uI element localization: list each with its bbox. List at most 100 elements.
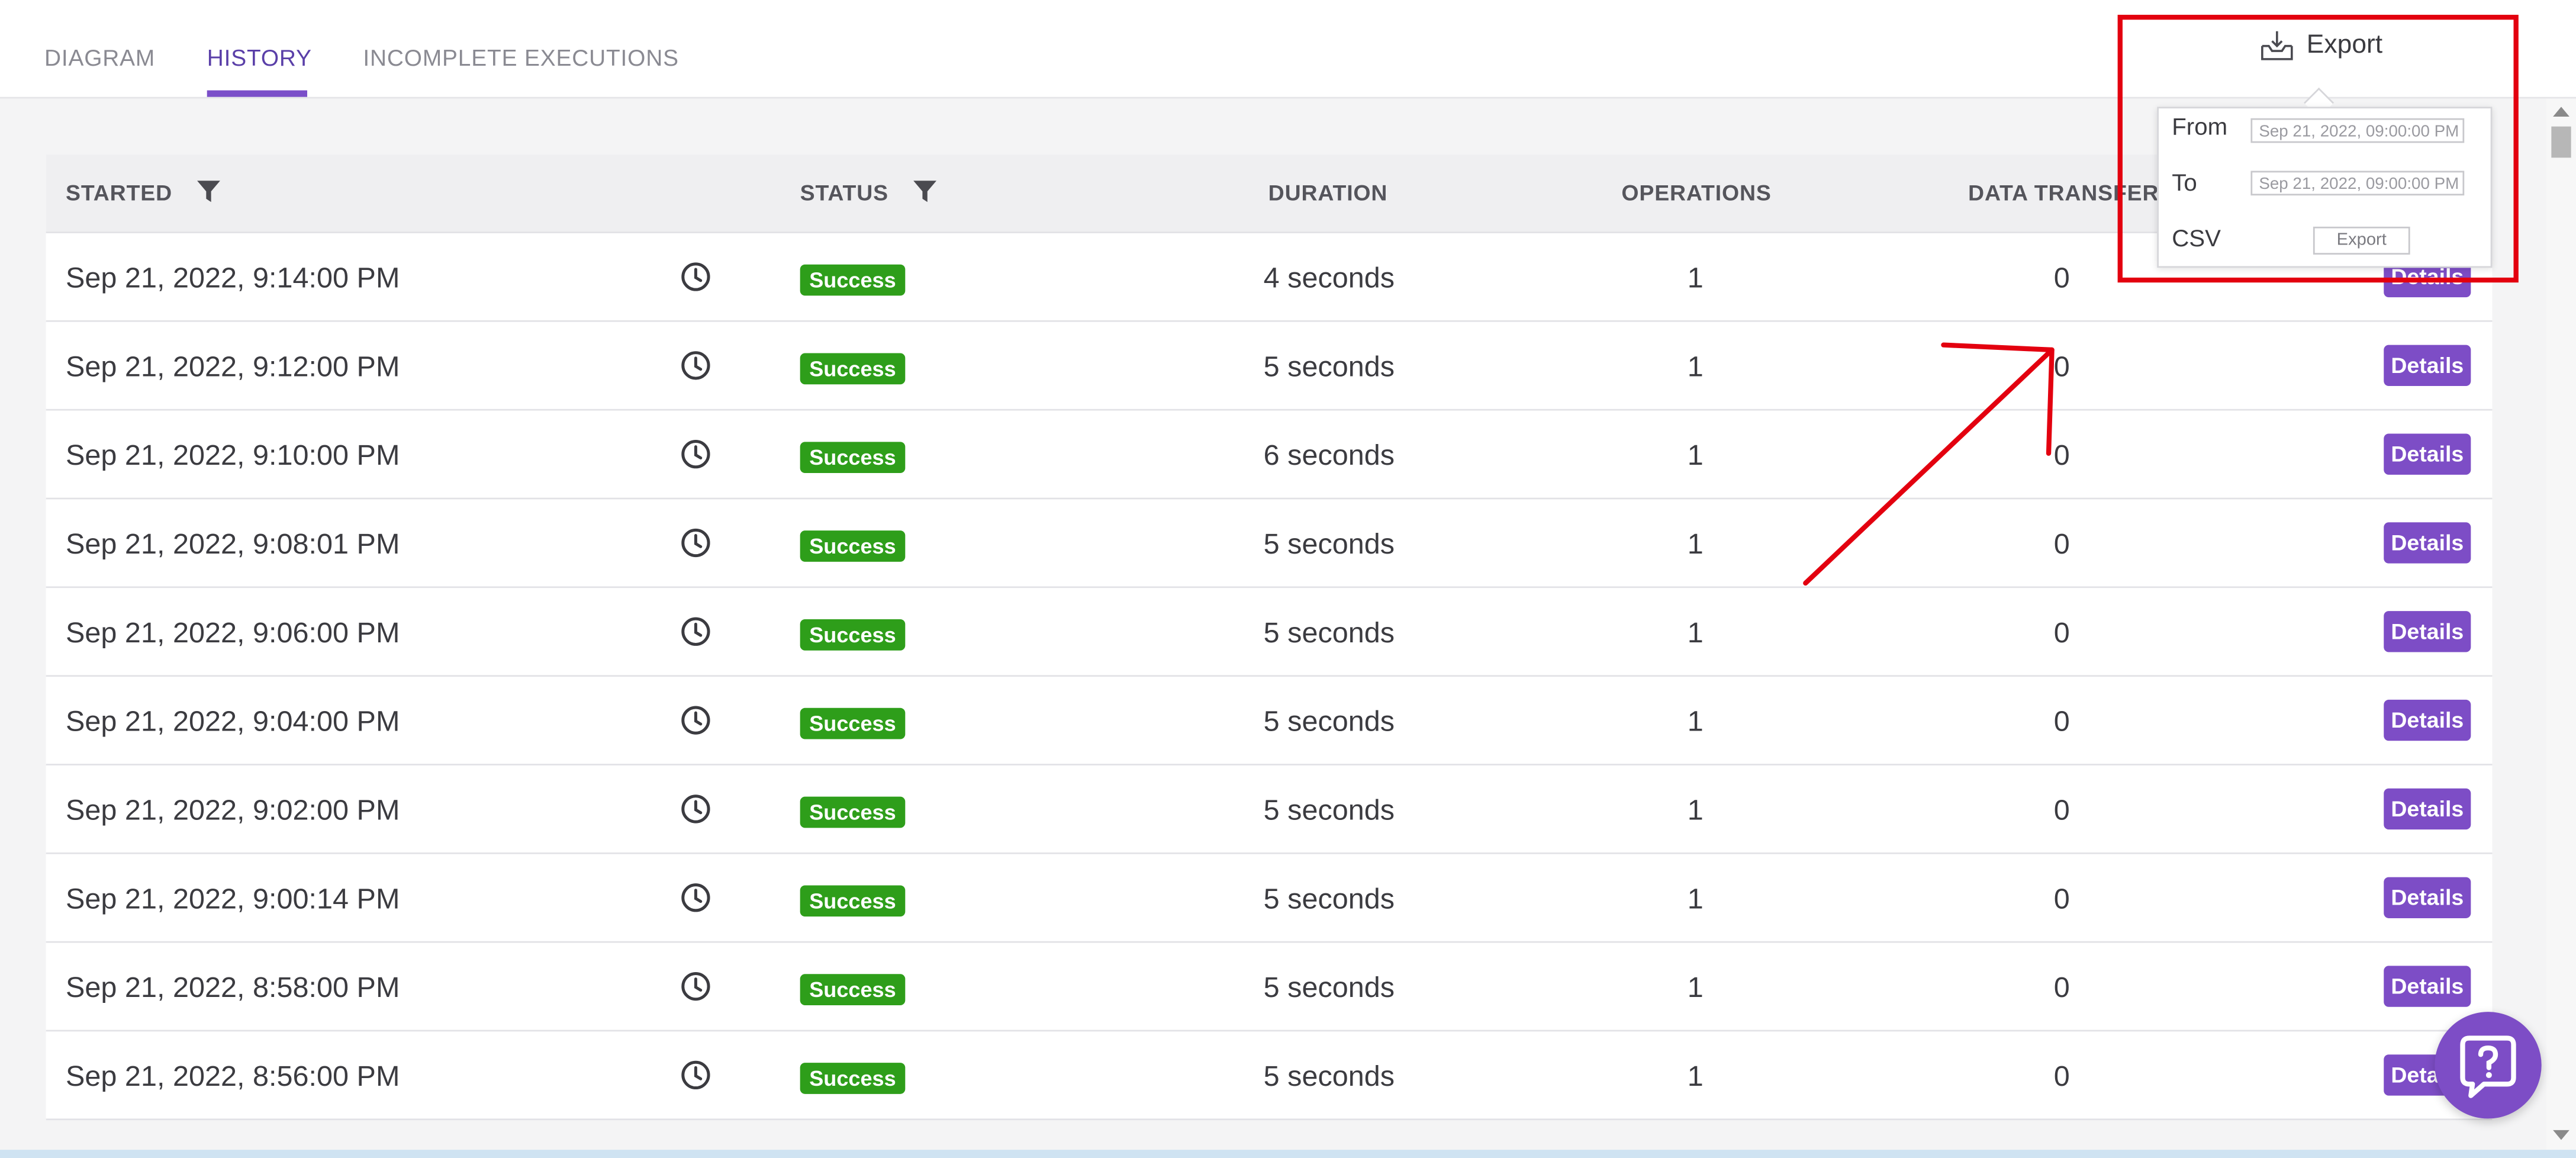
status-badge: Success (800, 974, 906, 1005)
operations-cell: 1 (1687, 705, 1704, 738)
data-transfer-cell: 0 (2053, 349, 2070, 383)
vertical-scrollbar[interactable] (2546, 98, 2576, 1150)
operations-cell: 1 (1687, 616, 1704, 649)
operations-cell: 1 (1687, 970, 1704, 1004)
details-button[interactable]: Details (2384, 433, 2471, 475)
started-cell: Sep 21, 2022, 8:56:00 PM (66, 1059, 400, 1093)
data-transfer-cell: 0 (2053, 882, 2070, 915)
duration-cell: 5 seconds (1263, 349, 1395, 383)
details-button[interactable]: Details (2384, 877, 2471, 918)
duration-cell: 5 seconds (1263, 527, 1395, 561)
table-row: Sep 21, 2022, 9:02:00 PM Success 5 secon… (46, 765, 2493, 854)
operations-cell: 1 (1687, 438, 1704, 472)
table-body: Sep 21, 2022, 9:14:00 PM Success 4 secon… (46, 233, 2493, 1121)
status-badge: Success (800, 442, 906, 474)
operations-cell: 1 (1687, 1059, 1704, 1093)
table-row: Sep 21, 2022, 9:00:14 PM Success 5 secon… (46, 854, 2493, 943)
table-row: Sep 21, 2022, 9:12:00 PM Success 5 secon… (46, 321, 2493, 411)
status-badge: Success (800, 1063, 906, 1094)
operations-cell: 1 (1687, 527, 1704, 561)
header-operations: OPERATIONS (1621, 181, 1772, 205)
duration-cell: 4 seconds (1263, 261, 1395, 294)
status-badge: Success (800, 707, 906, 739)
table-header: STARTED STATUS DURATION OPERATIONS DATA … (46, 154, 2493, 233)
scroll-down-arrow-icon[interactable] (2553, 1130, 2569, 1140)
export-button[interactable]: Export (2259, 28, 2390, 67)
started-cell: Sep 21, 2022, 9:14:00 PM (66, 261, 400, 294)
status-badge: Success (800, 264, 906, 296)
clock-icon (681, 262, 710, 291)
header-data-transfer: DATA TRANSFER (1968, 181, 2159, 205)
started-cell: Sep 21, 2022, 9:12:00 PM (66, 349, 400, 383)
details-button[interactable]: Details (2384, 522, 2471, 564)
started-cell: Sep 21, 2022, 9:02:00 PM (66, 793, 400, 826)
clock-icon (681, 351, 710, 380)
to-label: To (2172, 171, 2197, 197)
started-cell: Sep 21, 2022, 9:06:00 PM (66, 616, 400, 649)
chat-help-icon (2460, 1035, 2516, 1098)
data-transfer-cell: 0 (2053, 1059, 2070, 1093)
tab-incomplete-executions[interactable]: INCOMPLETE EXECUTIONS (363, 44, 679, 70)
table-row: Sep 21, 2022, 8:58:00 PM Success 5 secon… (46, 943, 2493, 1032)
clock-icon (681, 883, 710, 912)
from-date-input[interactable]: Sep 21, 2022, 09:00:00 PM (2250, 118, 2465, 143)
clock-icon (681, 972, 710, 1001)
app-root: DIAGRAM HISTORY INCOMPLETE EXECUTIONS Ex… (0, 0, 2576, 1158)
help-chat-button[interactable] (2435, 1012, 2542, 1119)
data-transfer-cell: 0 (2053, 616, 2070, 649)
export-button-label: Export (2306, 31, 2383, 59)
tab-diagram[interactable]: DIAGRAM (44, 44, 155, 70)
csv-export-button[interactable]: Export (2313, 226, 2410, 255)
details-button[interactable]: Details (2384, 788, 2471, 830)
status-badge: Success (800, 796, 906, 828)
data-transfer-cell: 0 (2053, 261, 2070, 294)
export-popup: From Sep 21, 2022, 09:00:00 PM To Sep 21… (2157, 107, 2493, 268)
tab-bar: DIAGRAM HISTORY INCOMPLETE EXECUTIONS Ex… (0, 0, 2576, 99)
duration-cell: 5 seconds (1263, 1059, 1395, 1093)
duration-cell: 5 seconds (1263, 970, 1395, 1004)
scroll-up-arrow-icon[interactable] (2553, 107, 2569, 117)
operations-cell: 1 (1687, 882, 1704, 915)
tab-history[interactable]: HISTORY (207, 44, 312, 70)
to-date-input[interactable]: Sep 21, 2022, 09:00:00 PM (2250, 171, 2465, 196)
header-status[interactable]: STATUS (800, 181, 888, 205)
started-cell: Sep 21, 2022, 9:04:00 PM (66, 705, 400, 738)
details-button[interactable]: Details (2384, 611, 2471, 652)
details-button[interactable]: Details (2384, 699, 2471, 741)
table-row: Sep 21, 2022, 9:06:00 PM Success 5 secon… (46, 588, 2493, 677)
details-button[interactable]: Details (2384, 345, 2471, 387)
export-download-icon (2261, 31, 2293, 60)
duration-cell: 5 seconds (1263, 705, 1395, 738)
details-button[interactable]: Details (2384, 966, 2471, 1007)
duration-cell: 5 seconds (1263, 882, 1395, 915)
clock-icon (681, 617, 710, 646)
status-badge: Success (800, 619, 906, 651)
scroll-thumb[interactable] (2551, 126, 2571, 158)
table-row: Sep 21, 2022, 9:14:00 PM Success 4 secon… (46, 233, 2493, 322)
started-filter-icon[interactable] (197, 179, 220, 204)
data-transfer-cell: 0 (2053, 527, 2070, 561)
operations-cell: 1 (1687, 261, 1704, 294)
clock-icon (681, 706, 710, 735)
duration-cell: 5 seconds (1263, 616, 1395, 649)
duration-cell: 5 seconds (1263, 793, 1395, 826)
operations-cell: 1 (1687, 349, 1704, 383)
header-duration: DURATION (1268, 181, 1388, 205)
header-started[interactable]: STARTED (66, 181, 172, 205)
csv-label: CSV (2172, 226, 2221, 253)
started-cell: Sep 21, 2022, 8:58:00 PM (66, 970, 400, 1004)
data-transfer-cell: 0 (2053, 793, 2070, 826)
from-label: From (2172, 115, 2228, 141)
clock-icon (681, 794, 710, 824)
started-cell: Sep 21, 2022, 9:08:01 PM (66, 527, 400, 561)
table-row: Sep 21, 2022, 9:08:01 PM Success 5 secon… (46, 499, 2493, 588)
started-cell: Sep 21, 2022, 9:00:14 PM (66, 882, 400, 915)
bottom-strip (0, 1150, 2576, 1158)
active-tab-indicator (207, 90, 308, 97)
table-row: Sep 21, 2022, 9:10:00 PM Success 6 secon… (46, 410, 2493, 500)
operations-cell: 1 (1687, 793, 1704, 826)
clock-icon (681, 1060, 710, 1090)
table-row: Sep 21, 2022, 8:56:00 PM Success 5 secon… (46, 1031, 2493, 1121)
status-filter-icon[interactable] (913, 179, 937, 204)
duration-cell: 6 seconds (1263, 438, 1395, 472)
